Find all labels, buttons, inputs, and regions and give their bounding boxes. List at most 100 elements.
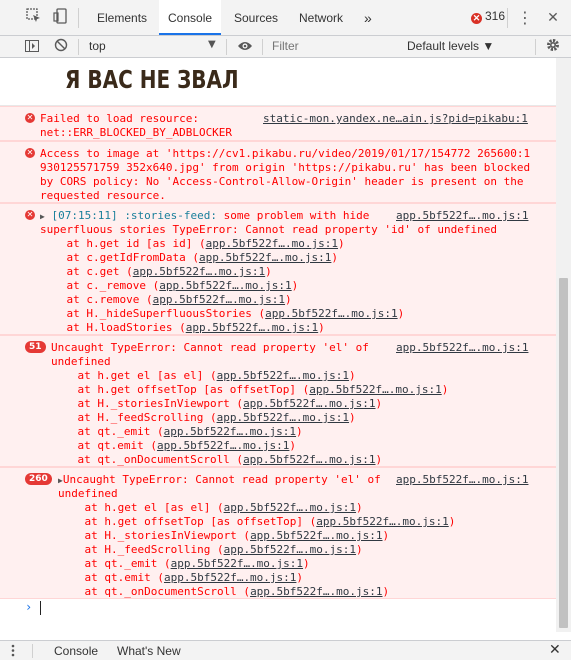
paren: ): [289, 439, 297, 452]
stack-frame-source-link[interactable]: app.5bf522f….mo.js:1: [199, 251, 331, 264]
paren: ): [375, 397, 383, 410]
divider: [507, 8, 508, 28]
stack-frame-source-link[interactable]: app.5bf522f….mo.js:1: [171, 557, 303, 570]
source-link[interactable]: app.5bf522f….mo.js:1: [396, 473, 528, 487]
source-link[interactable]: app.5bf522f….mo.js:1: [396, 209, 528, 223]
console-error-message: 260 ▶Uncaught TypeError: Cannot read pro…: [0, 467, 556, 599]
paren: ): [265, 265, 272, 278]
stack-frame-source-link[interactable]: app.5bf522f….mo.js:1: [217, 369, 349, 382]
context-selector[interactable]: top: [89, 39, 106, 53]
chevron-down-icon[interactable]: ▼: [208, 39, 216, 50]
source-link[interactable]: static-mon.yandex.ne…ain.js?pid=pikabu:1: [263, 112, 528, 126]
drawer-tab-whats-new[interactable]: What's New: [117, 644, 181, 658]
tab-console[interactable]: Console: [159, 0, 222, 35]
tab-elements[interactable]: Elements: [97, 0, 147, 35]
filter-input[interactable]: [266, 38, 406, 54]
drawer-tab-console[interactable]: Console: [54, 644, 98, 658]
message-text: undefined: [51, 355, 111, 368]
drawer-menu-icon[interactable]: [11, 644, 15, 657]
stack-frame-source-link[interactable]: app.5bf522f….mo.js:1: [159, 279, 291, 292]
stack-frame-source-link[interactable]: app.5bf522f….mo.js:1: [224, 543, 356, 556]
repeat-count-badge: 260: [25, 473, 52, 485]
inspect-icon[interactable]: [24, 8, 44, 28]
stack-frame-function: at H.loadStories (: [40, 321, 186, 334]
stack-frame: at h.get offsetTop [as offsetTop] (app.5…: [58, 515, 455, 529]
log-levels-dropdown[interactable]: Default levels ▼: [407, 39, 494, 53]
close-icon[interactable]: ✕: [549, 642, 561, 658]
stack-frame-source-link[interactable]: app.5bf522f….mo.js:1: [206, 237, 338, 250]
stack-frame: at H.loadStories (app.5bf522f….mo.js:1): [40, 321, 324, 335]
stack-frame-source-link[interactable]: app.5bf522f….mo.js:1: [186, 321, 318, 334]
tab-sources[interactable]: Sources: [234, 0, 278, 35]
more-tabs-button[interactable]: »: [364, 0, 372, 35]
sidebar-toggle-icon[interactable]: [22, 37, 42, 57]
paren: ): [397, 307, 405, 320]
scrollbar-thumb[interactable]: [559, 278, 568, 628]
tab-network[interactable]: Network: [299, 0, 343, 35]
error-icon: ✕: [25, 113, 35, 123]
clear-console-icon[interactable]: [51, 37, 71, 57]
eye-icon[interactable]: [235, 37, 255, 57]
console-output[interactable]: Я ВАС НЕ ЗВАЛ ✕ Failed to load resource:…: [0, 58, 556, 632]
stack-frame-source-link[interactable]: app.5bf522f….mo.js:1: [250, 529, 382, 542]
stack-frame-source-link[interactable]: app.5bf522f….mo.js:1: [164, 571, 296, 584]
stack-frame-source-link[interactable]: app.5bf522f….mo.js:1: [133, 265, 265, 278]
stack-frame: at qt.emit (app.5bf522f….mo.js:1): [58, 571, 303, 585]
divider: [32, 644, 33, 658]
message-text: 930125571759 352x640.jpg' from origin 'h…: [40, 161, 531, 174]
stack-frame-source-link[interactable]: app.5bf522f….mo.js:1: [250, 585, 382, 598]
paren: ): [296, 571, 304, 584]
stack-frame-source-link[interactable]: app.5bf522f….mo.js:1: [265, 307, 397, 320]
error-count: 316: [485, 9, 506, 23]
message-text: undefined: [58, 487, 118, 500]
stack-frame: at H._feedScrolling (app.5bf522f….mo.js:…: [58, 543, 362, 557]
stack-frame-source-link[interactable]: app.5bf522f….mo.js:1: [157, 439, 289, 452]
stack-frame-source-link[interactable]: app.5bf522f….mo.js:1: [224, 501, 356, 514]
stack-frame-function: at qt.emit (: [51, 439, 157, 452]
stack-frame-function: at c.getIdFromData (: [40, 251, 199, 264]
stack-frame-source-link[interactable]: app.5bf522f….mo.js:1: [153, 293, 285, 306]
paren: ): [349, 369, 356, 382]
divider: [78, 8, 79, 28]
paren: ): [285, 293, 292, 306]
message-text: requested resource.: [40, 189, 166, 202]
divider: [262, 39, 263, 55]
menu-icon[interactable]: ⋮: [515, 8, 535, 28]
stack-frame-source-link[interactable]: app.5bf522f….mo.js:1: [217, 411, 349, 424]
expand-triangle-icon[interactable]: ▶: [40, 212, 45, 221]
stack-frame-source-link[interactable]: app.5bf522f….mo.js:1: [316, 515, 448, 528]
paren: ): [382, 529, 390, 542]
paren: ): [441, 383, 449, 396]
stack-frame: at qt._onDocumentScroll (app.5bf522f….mo…: [51, 453, 382, 467]
divider: [535, 39, 536, 55]
stack-frame: at qt._emit (app.5bf522f….mo.js:1): [51, 425, 302, 439]
stack-frame-source-link[interactable]: app.5bf522f….mo.js:1: [164, 425, 296, 438]
source-link[interactable]: app.5bf522f….mo.js:1: [396, 341, 528, 355]
paren: ): [291, 279, 299, 292]
message-header[interactable]: ▶Uncaught TypeError: Cannot read propert…: [58, 473, 381, 488]
paren: ): [338, 237, 345, 250]
gear-icon[interactable]: [543, 37, 563, 57]
stack-frame: at c.get (app.5bf522f….mo.js:1): [40, 265, 272, 279]
message-text[interactable]: Uncaught TypeError: Cannot read property…: [51, 341, 369, 355]
stack-frame: at H._hideSuperfluousStories (app.5bf522…: [40, 307, 404, 321]
stack-frame: at h.get el [as el] (app.5bf522f….mo.js:…: [51, 369, 356, 383]
close-icon[interactable]: ✕: [543, 8, 563, 28]
paren: ): [349, 411, 356, 424]
console-prompt[interactable]: ›: [0, 598, 556, 620]
scrollbar[interactable]: [556, 58, 571, 632]
paren: ): [382, 585, 390, 598]
message-header[interactable]: ▶ [07:15:11] :stories-feed: some problem…: [40, 209, 369, 224]
stack-frame-source-link[interactable]: app.5bf522f….mo.js:1: [243, 453, 375, 466]
paren: ): [331, 251, 339, 264]
stack-frame-function: at H._hideSuperfluousStories (: [40, 307, 266, 320]
stack-frame-source-link[interactable]: app.5bf522f….mo.js:1: [309, 383, 441, 396]
message-text: by CORS policy: No 'Access-Control-Allow…: [40, 175, 524, 188]
stack-frame-source-link[interactable]: app.5bf522f….mo.js:1: [243, 397, 375, 410]
console-error-message: ✕ Failed to load resource: net::ERR_BLOC…: [0, 106, 556, 141]
paren: ): [356, 501, 363, 514]
device-toolbar-icon[interactable]: [51, 8, 71, 28]
error-counter[interactable]: ✕ 316: [471, 9, 505, 24]
stack-frame-function: at c._remove (: [40, 279, 160, 292]
stack-frame: at c._remove (app.5bf522f….mo.js:1): [40, 279, 298, 293]
